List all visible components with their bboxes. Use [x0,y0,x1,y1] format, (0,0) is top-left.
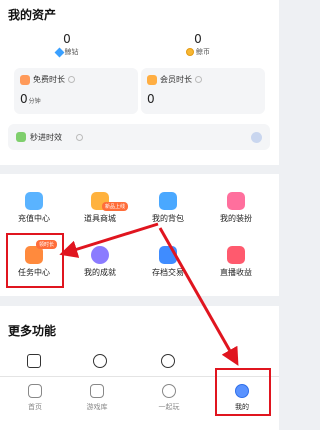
grid-item-label: 直播收益 [220,268,252,277]
coin-balance[interactable]: 0 鲸币 [163,32,233,57]
grid-item-label: 存档交易 [152,268,184,277]
instant-label: 秒进时效 [30,133,62,142]
gamepad-icon [90,384,104,398]
free-time-value: 0 [20,92,28,106]
grid-item-dressup[interactable]: 我的装扮 [204,192,268,224]
diamond-icon [54,47,64,57]
assets-title: 我的资产 [8,8,57,22]
free-time-label: 免费时长 [33,75,65,84]
grid-item-shop[interactable]: 新品上线 道具商城 [68,192,132,224]
nav-home[interactable]: 首页 [0,377,70,417]
member-time-card[interactable]: 会员时长 0 [141,68,265,114]
info-icon[interactable] [68,76,75,83]
grid-item-live-income[interactable]: 直播收益 [204,246,268,278]
more-functions-title: 更多功能 [8,324,57,338]
diamond-value: 0 [63,32,71,46]
highlight-box-tasks [6,233,64,288]
shirt-icon [227,192,245,210]
clock-icon [20,74,30,85]
medal-icon [91,246,109,264]
nav-game-library[interactable]: 游戏库 [62,377,132,417]
instant-entry-row[interactable]: 秒进时效 [8,124,270,150]
wallet-icon [25,192,43,210]
grid-item-recharge[interactable]: 充值中心 [2,192,66,224]
coin-label: 鲸币 [196,48,210,56]
grid-item-achievements[interactable]: 我的成就 [68,246,132,278]
diamond-label: 鲸钻 [64,48,79,56]
more-functions-section: 更多功能 [0,306,279,376]
live-icon [227,246,245,264]
grid-item-label: 道具商城 [84,214,116,223]
planet-icon [162,384,176,398]
chat-icon[interactable] [161,354,175,368]
nav-play-together[interactable]: 一起玩 [134,377,204,417]
home-icon [28,384,42,398]
help-icon[interactable] [93,354,107,368]
member-time-value: 0 [147,92,155,106]
diamond-balance[interactable]: 0 鲸钻 [32,32,102,57]
nav-label: 游戏库 [86,403,108,411]
storage-icon[interactable] [27,354,41,368]
arrow-right-icon[interactable] [251,132,262,143]
info-icon[interactable] [76,134,83,141]
grid-item-label: 充值中心 [18,214,50,223]
grid-item-backpack[interactable]: 我的背包 [136,192,200,224]
free-time-unit: 分钟 [28,98,41,105]
nav-label: 首页 [28,403,42,411]
nav-label: 一起玩 [158,403,180,411]
backpack-icon [159,192,177,210]
grid-item-label: 我的背包 [152,214,184,223]
grid-item-save-trade[interactable]: 存档交易 [136,246,200,278]
member-time-label: 会员时长 [160,75,192,84]
cloud-icon [159,246,177,264]
member-icon [147,74,157,85]
assets-section: 我的资产 0 鲸钻 0 鲸币 免费时长 0分钟 会员时长 0 秒进时效 [0,0,279,165]
grid-item-label: 我的成就 [84,268,116,277]
coin-value: 0 [194,32,202,46]
info-icon[interactable] [195,76,202,83]
lightning-icon [16,132,26,142]
coin-icon [186,48,194,56]
highlight-box-mine [215,368,271,416]
new-badge: 新品上线 [102,202,129,211]
grid-item-label: 我的装扮 [220,214,252,223]
free-time-card[interactable]: 免费时长 0分钟 [14,68,138,114]
